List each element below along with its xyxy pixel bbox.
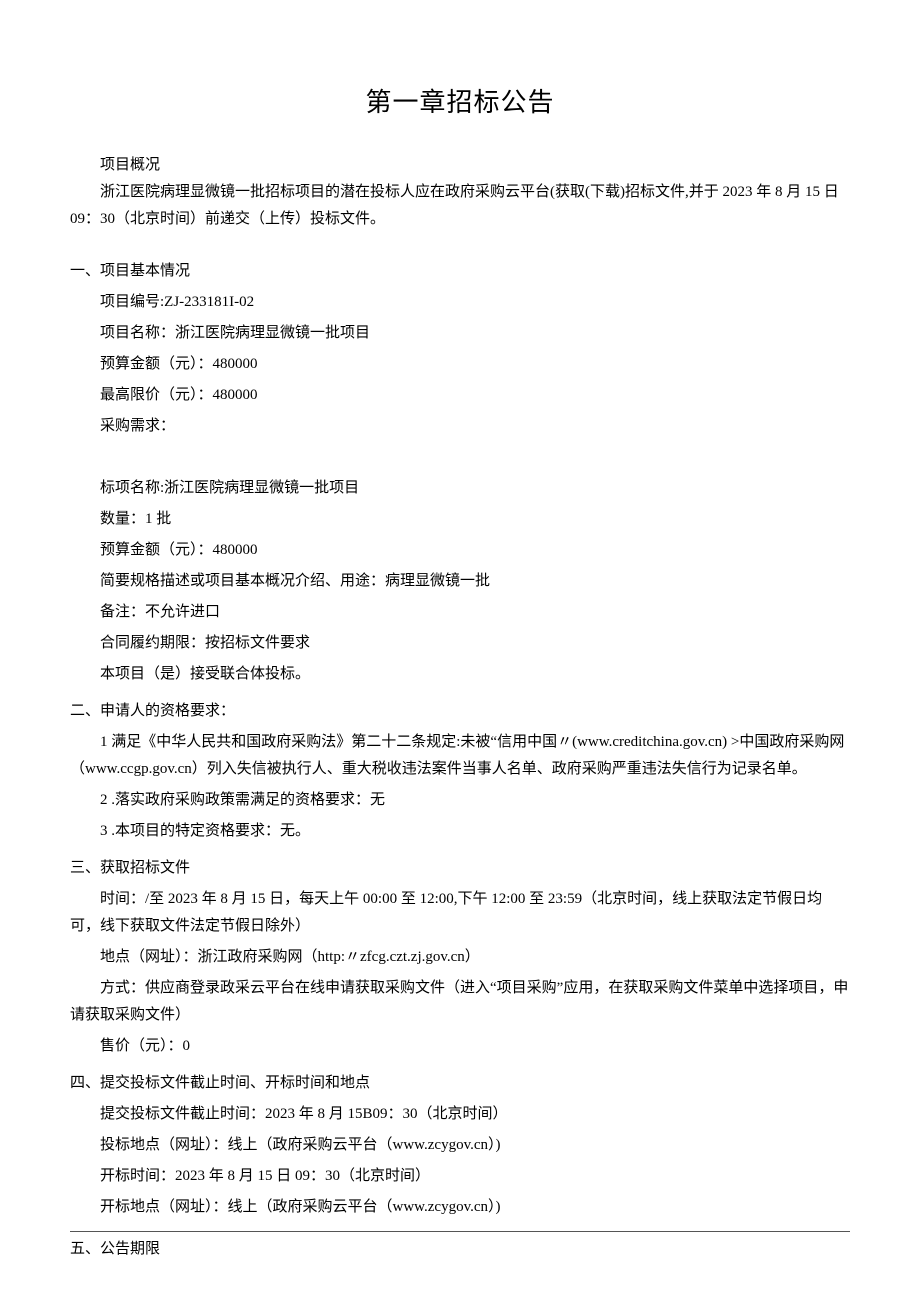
open-location: 开标地点（网址）：线上（政府采购云平台（www.zcygov.cn）) [70,1194,850,1221]
bid-item-name: 标项名称:浙江医院病理显微镜一批项目 [70,475,850,502]
obtain-location: 地点（网址）：浙江政府采购网（http:〃zfcg.czt.zj.gov.cn） [70,944,850,971]
intro-overview-label: 项目概况 [70,152,850,179]
qualification-2: 2 .落实政府采购政策需满足的资格要求：无 [70,787,850,814]
qualification-1: 1 满足《中华人民共和国政府采购法》第二十二条规定:未被“信用中国〃(www.c… [70,729,850,783]
intro-summary: 浙江医院病理显微镜一批招标项目的潜在投标人应在政府采购云平台(获取(下载)招标文… [70,179,850,233]
section-2-title: 二、申请人的资格要求： [70,698,850,725]
section-1-title: 一、项目基本情况 [70,258,850,285]
budget-amount: 预算金额（元）：480000 [70,351,850,378]
open-time: 开标时间：2023 年 8 月 15 日 09：30（北京时间） [70,1163,850,1190]
brief-spec: 简要规格描述或项目基本概况介绍、用途：病理显微镜一批 [70,568,850,595]
section-3: 三、获取招标文件 时间：/至 2023 年 8 月 15 日，每天上午 00:0… [70,855,850,1060]
project-number: 项目编号:ZJ-233181I-02 [70,289,850,316]
obtain-price: 售价（元）：0 [70,1033,850,1060]
section-4-title: 四、提交投标文件截止时间、开标时间和地点 [70,1070,850,1097]
section-5-title: 五、公告期限 [70,1236,850,1263]
project-name: 项目名称：浙江医院病理显微镜一批项目 [70,320,850,347]
obtain-time: 时间：/至 2023 年 8 月 15 日，每天上午 00:00 至 12:00… [70,886,850,940]
section-2: 二、申请人的资格要求： 1 满足《中华人民共和国政府采购法》第二十二条规定:未被… [70,698,850,845]
procurement-demand-label: 采购需求： [70,413,850,440]
section-3-title: 三、获取招标文件 [70,855,850,882]
item-budget: 预算金额（元）：480000 [70,537,850,564]
section-1: 一、项目基本情况 项目编号:ZJ-233181I-02 项目名称：浙江医院病理显… [70,258,850,688]
contract-period: 合同履约期限：按招标文件要求 [70,630,850,657]
max-price: 最高限价（元）：480000 [70,382,850,409]
qualification-3: 3 .本项目的特定资格要求：无。 [70,818,850,845]
obtain-method: 方式：供应商登录政采云平台在线申请获取采购文件（进入“项目采购”应用，在获取采购… [70,975,850,1029]
submit-location: 投标地点（网址）：线上（政府采购云平台（www.zcygov.cn）) [70,1132,850,1159]
section-5: 五、公告期限 [70,1236,850,1263]
quantity: 数量：1 批 [70,506,850,533]
consortium-bid: 本项目（是）接受联合体投标。 [70,661,850,688]
section-4: 四、提交投标文件截止时间、开标时间和地点 提交投标文件截止时间：2023 年 8… [70,1070,850,1221]
intro-block: 项目概况 浙江医院病理显微镜一批招标项目的潜在投标人应在政府采购云平台(获取(下… [70,152,850,233]
submit-deadline: 提交投标文件截止时间：2023 年 8 月 15B09：30（北京时间） [70,1101,850,1128]
remarks: 备注：不允许进口 [70,599,850,626]
chapter-title: 第一章招标公告 [70,80,850,127]
divider-line [70,1231,850,1232]
